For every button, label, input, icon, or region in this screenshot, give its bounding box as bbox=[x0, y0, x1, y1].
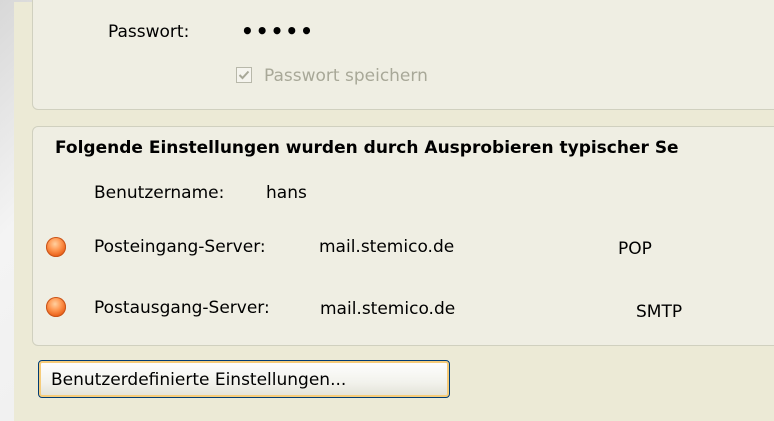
incoming-status-icon bbox=[46, 237, 66, 257]
outgoing-server-label: Postausgang-Server: bbox=[94, 298, 270, 318]
custom-settings-button-label: Benutzerdefinierte Einstellungen... bbox=[51, 370, 347, 390]
custom-settings-button[interactable]: Benutzerdefinierte Einstellungen... bbox=[38, 360, 450, 398]
password-label: Passwort: bbox=[108, 22, 190, 42]
password-field[interactable]: ••••• bbox=[241, 19, 315, 43]
outgoing-protocol: SMTP bbox=[636, 302, 683, 322]
checkmark-icon bbox=[238, 70, 250, 80]
incoming-server-label: Posteingang-Server: bbox=[94, 237, 266, 257]
username-label: Benutzername: bbox=[94, 183, 225, 203]
username-value: hans bbox=[266, 183, 307, 203]
remember-password-label[interactable]: Passwort speichern bbox=[264, 66, 428, 86]
incoming-protocol: POP bbox=[618, 239, 652, 259]
password-group bbox=[32, 0, 774, 110]
detected-settings-title: Folgende Einstellungen wurden durch Ausp… bbox=[55, 138, 679, 158]
remember-password-checkbox[interactable] bbox=[236, 67, 252, 83]
outgoing-status-icon bbox=[46, 297, 66, 317]
outgoing-server-value: mail.stemico.de bbox=[320, 299, 456, 319]
incoming-server-value: mail.stemico.de bbox=[319, 237, 455, 257]
account-setup-dialog: Passwort: ••••• Passwort speichern Folge… bbox=[14, 0, 774, 421]
